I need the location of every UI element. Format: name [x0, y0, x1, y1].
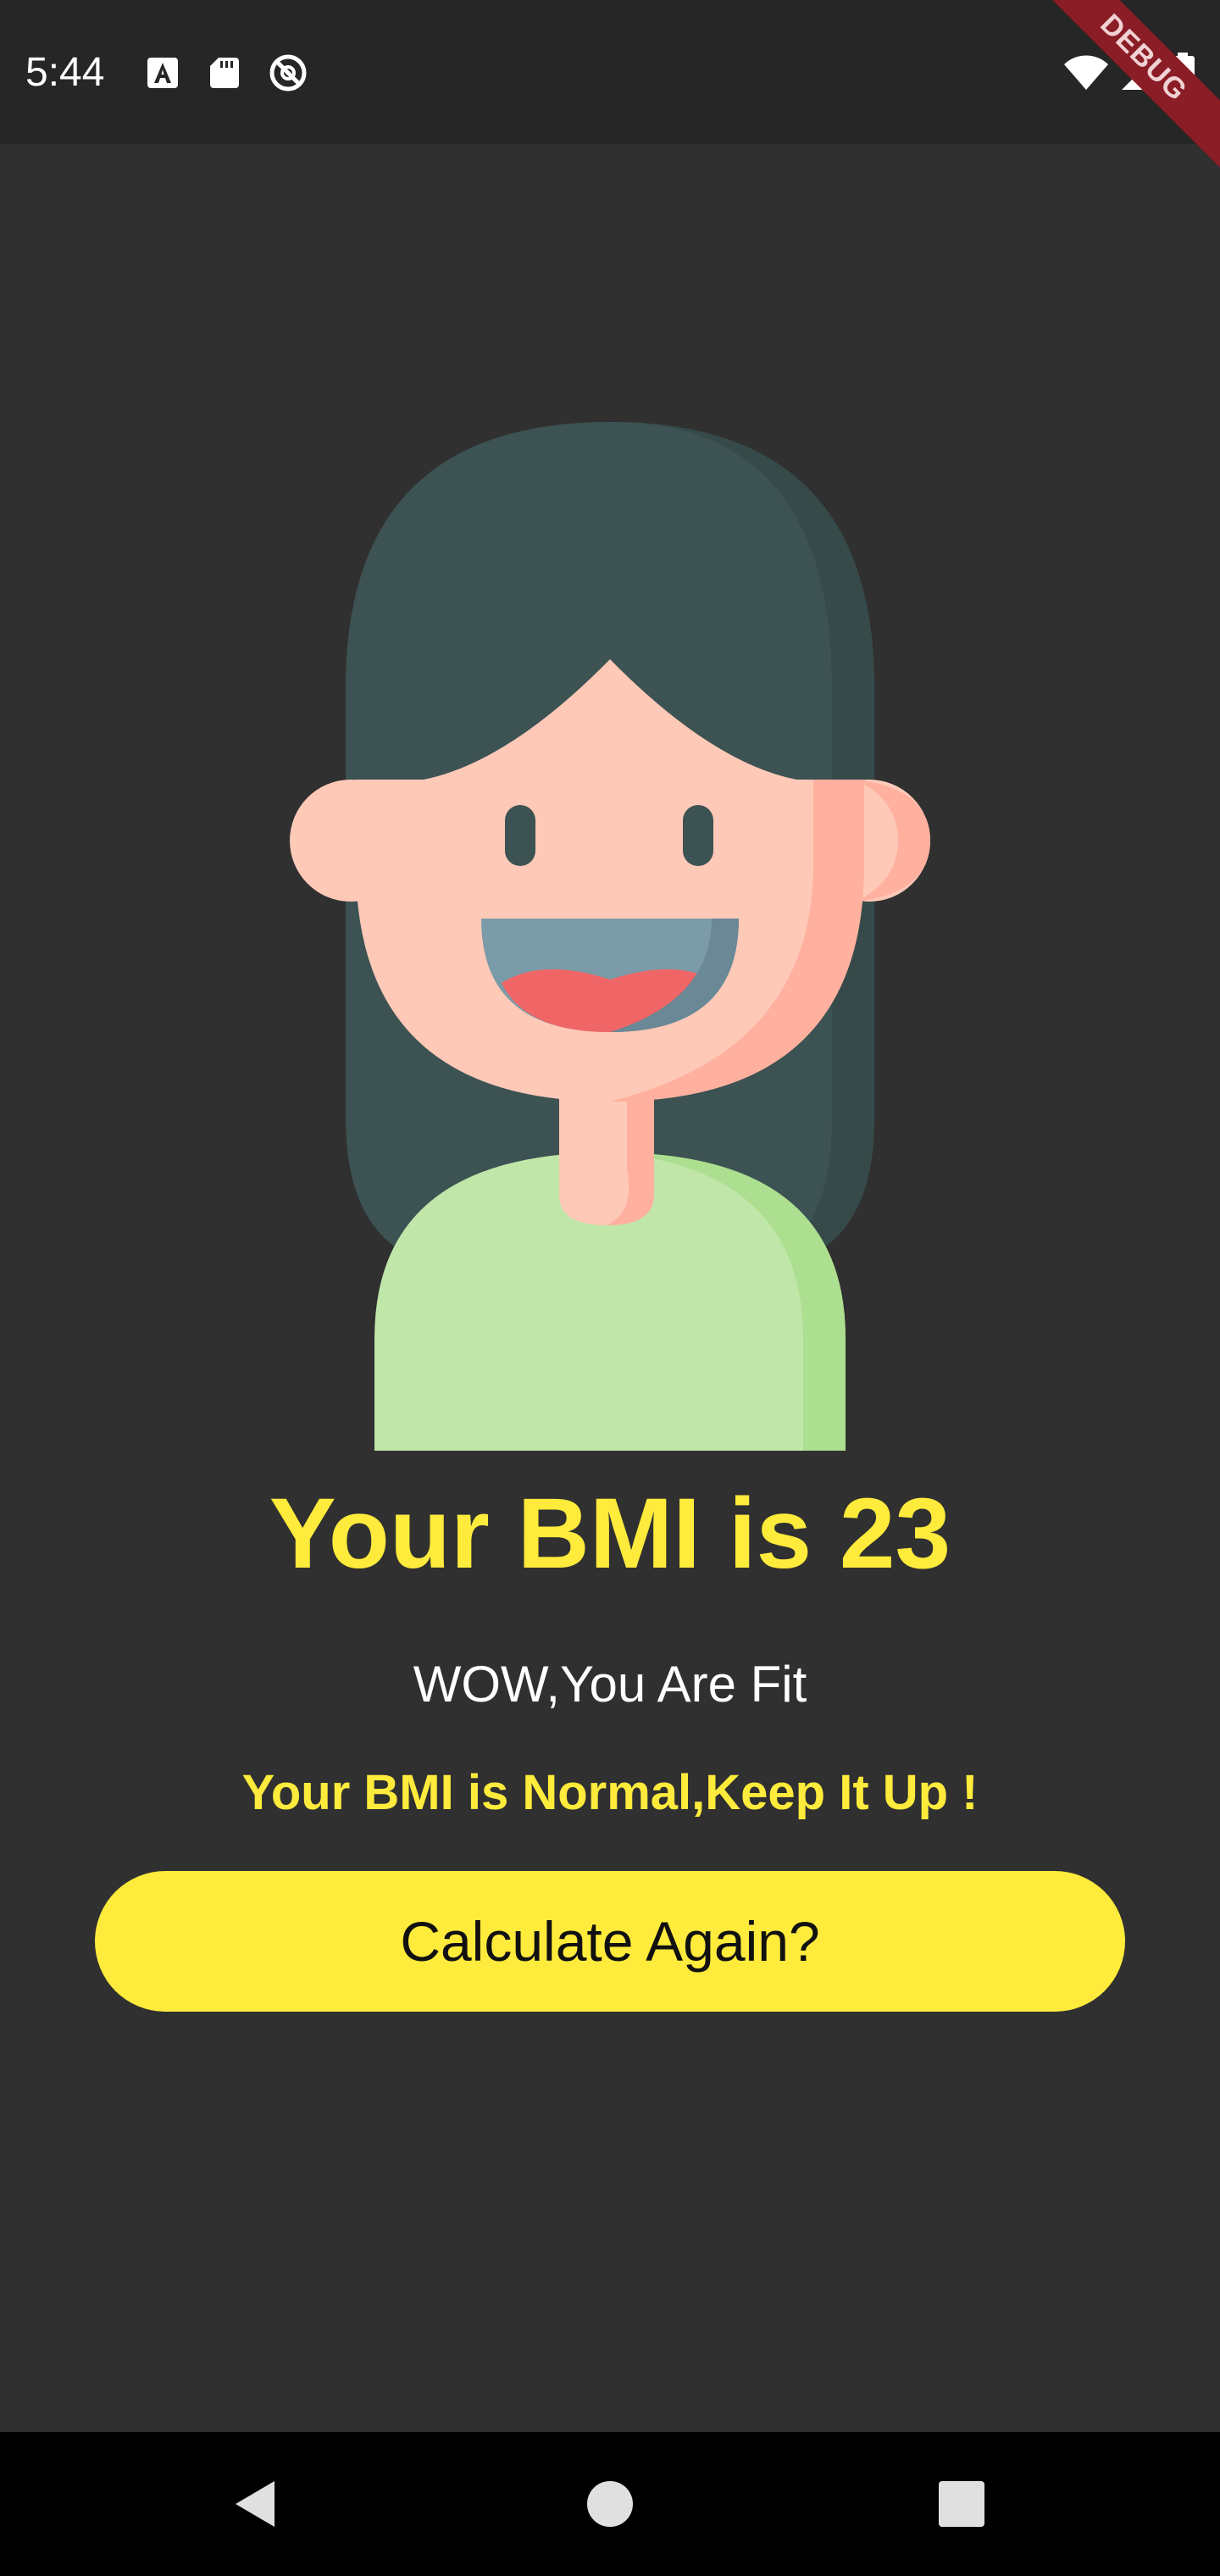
status-time: 5:44	[25, 50, 105, 95]
font-a-icon	[142, 53, 183, 93]
avatar-illustration	[290, 422, 930, 1451]
screen: 5:44 DEBUG Your BMI is 23 WOW,You Are Fi…	[0, 0, 1220, 2576]
wifi-icon	[1062, 53, 1110, 93]
navigation-bar	[0, 2432, 1220, 2576]
status-bar: 5:44 DEBUG	[0, 0, 1220, 183]
sd-card-icon	[203, 53, 244, 93]
home-icon[interactable]	[572, 2466, 648, 2542]
at-sign-icon	[268, 53, 308, 93]
bmi-status-text: WOW,You Are Fit	[413, 1656, 807, 1713]
back-icon[interactable]	[217, 2466, 293, 2542]
bmi-result-title: Your BMI is 23	[269, 1478, 951, 1590]
calculate-again-button[interactable]: Calculate Again?	[95, 1871, 1125, 2012]
bmi-advice-text: Your BMI is Normal,Keep It Up !	[241, 1765, 979, 1820]
recents-icon[interactable]	[923, 2466, 1000, 2542]
